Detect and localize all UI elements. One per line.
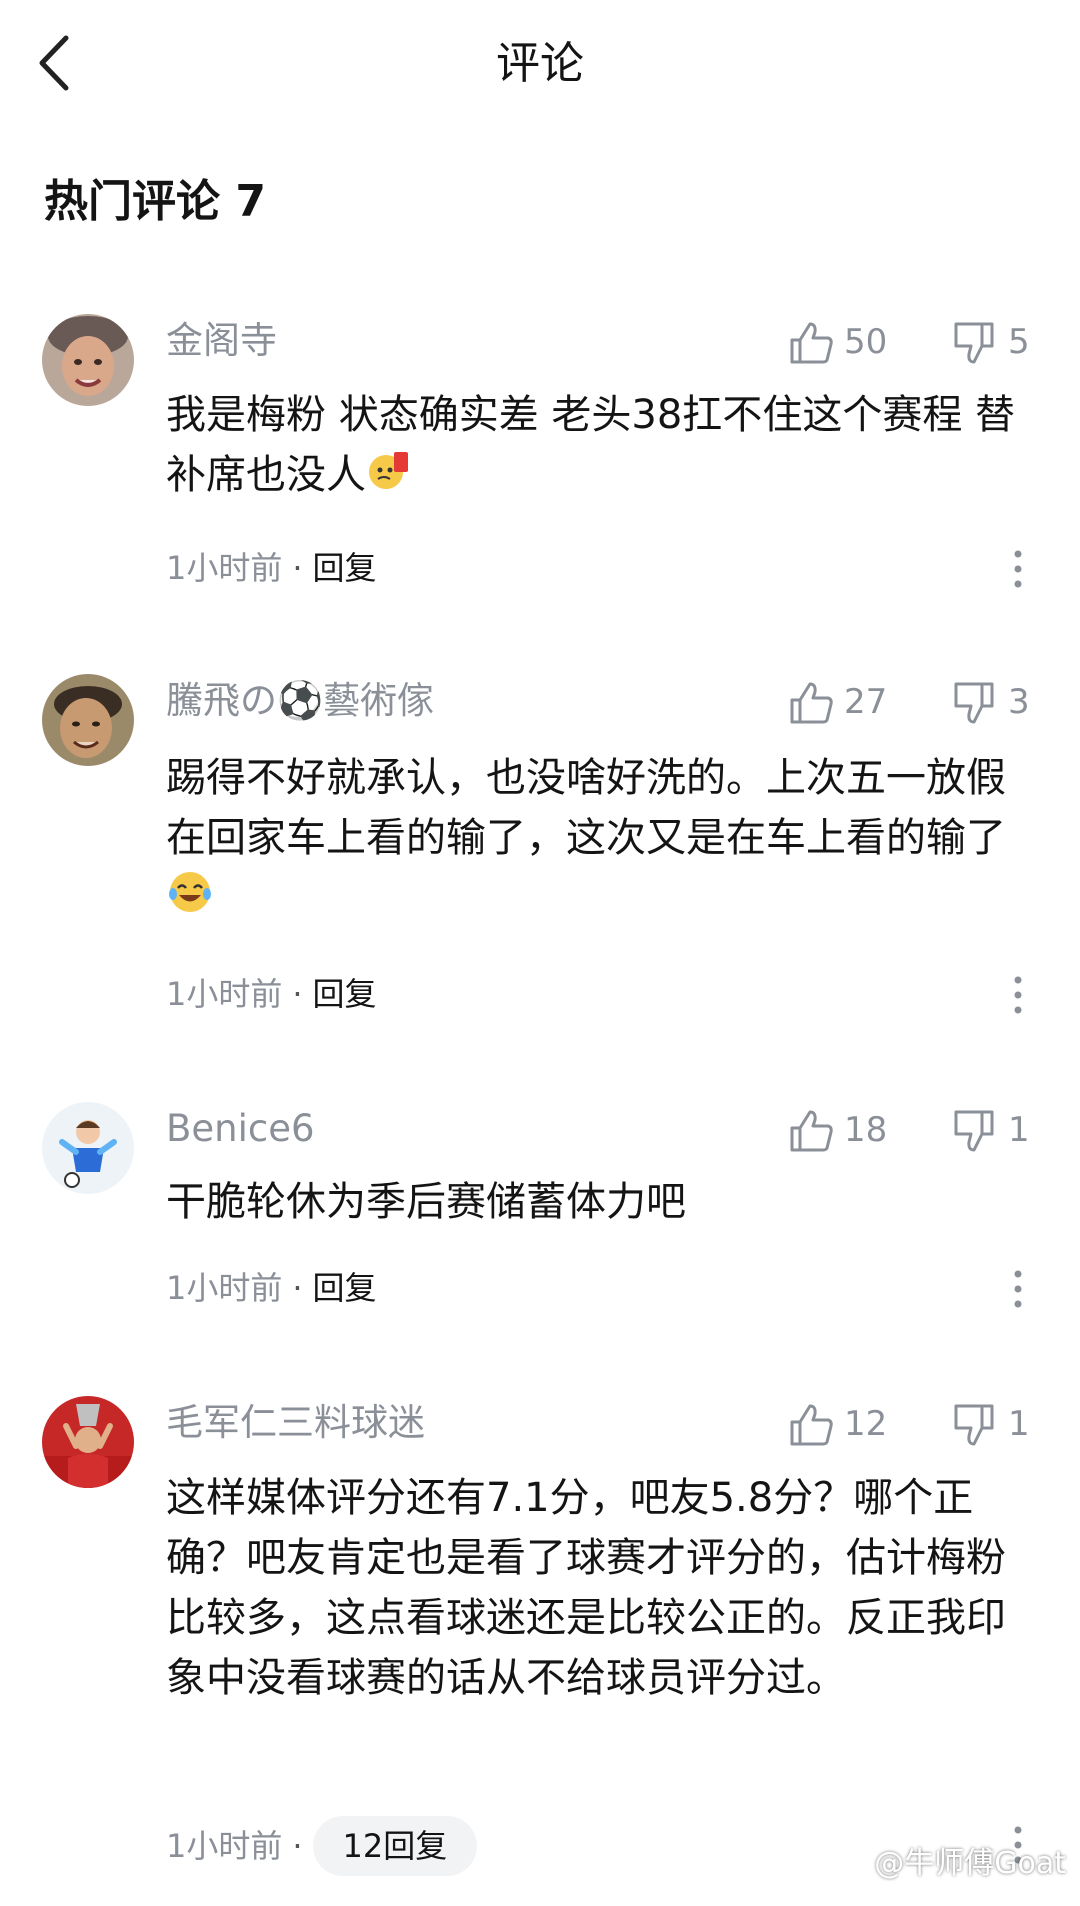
- thumbs-down-icon: [954, 682, 994, 724]
- dislike-button[interactable]: 1: [952, 1102, 1062, 1158]
- dislike-button[interactable]: 5: [952, 314, 1062, 370]
- comment-meta: 1小时前 · 回复: [166, 1260, 377, 1316]
- page-title: 评论: [496, 38, 584, 89]
- comment-time: 1小时前: [166, 975, 283, 1013]
- like-count: 50: [844, 322, 888, 362]
- thumbs-up-icon: [790, 1404, 833, 1446]
- dislike-count: 5: [1008, 322, 1030, 362]
- watermark: @牛师傅Goat: [874, 1846, 1066, 1881]
- like-count: 18: [844, 1110, 888, 1150]
- like-button[interactable]: 12: [788, 1396, 928, 1452]
- more-options-button[interactable]: [1000, 544, 1036, 594]
- comment-text: 干脆轮休为季后赛储蓄体力吧: [166, 1172, 1016, 1232]
- avatar[interactable]: [42, 314, 134, 406]
- reply-button[interactable]: 回复: [313, 975, 377, 1013]
- dislike-count: 3: [1008, 682, 1030, 722]
- comment-time: 1小时前: [166, 1269, 283, 1307]
- comment-text: 这样媒体评分还有7.1分，吧友5.8分？哪个正确？吧友肯定也是看了球赛才评分的，…: [166, 1468, 1016, 1708]
- like-button[interactable]: 18: [788, 1102, 928, 1158]
- like-button[interactable]: 50: [788, 314, 928, 370]
- more-vertical-icon: [1014, 550, 1022, 588]
- thumbs-up-icon: [790, 682, 833, 724]
- more-options-button[interactable]: [1000, 1264, 1036, 1314]
- avatar-image: [42, 674, 134, 766]
- comment-text: 踢得不好就承认，也没啥好洗的。上次五一放假在回家车上看的输了，这次又是在车上看的…: [166, 748, 1016, 933]
- avatar-image: [42, 1396, 134, 1488]
- avatar[interactable]: [42, 674, 134, 766]
- comment-text-content: 这样媒体评分还有7.1分，吧友5.8分？哪个正确？吧友肯定也是看了球赛才评分的，…: [166, 1475, 1006, 1701]
- section-title: 热门评论 7: [44, 176, 266, 227]
- username[interactable]: 騰飛の⚽藝術傢: [166, 676, 434, 726]
- comment-text: 我是梅粉 状态确实差 老头38扛不住这个赛程 替补席也没人: [166, 385, 1016, 509]
- avatar-image: [42, 1102, 134, 1194]
- reply-button[interactable]: 回复: [313, 1269, 377, 1307]
- reply-button[interactable]: 回复: [313, 549, 377, 587]
- top-bar: 评论: [0, 0, 1080, 130]
- like-count: 27: [844, 682, 888, 722]
- view-replies-button[interactable]: 12回复: [312, 1816, 478, 1876]
- comment-text-content: 我是梅粉 状态确实差 老头38扛不住这个赛程 替补席也没人: [166, 392, 1016, 498]
- separator-dot: ·: [292, 549, 303, 587]
- more-options-button[interactable]: [1000, 970, 1036, 1020]
- more-vertical-icon: [1014, 1270, 1022, 1308]
- comment-time: 1小时前: [166, 1827, 283, 1865]
- thumbs-down-icon: [954, 1110, 994, 1152]
- separator-dot: ·: [292, 1827, 303, 1865]
- comment-meta: 1小时前 · 回复: [166, 540, 377, 596]
- separator-dot: ·: [292, 1269, 303, 1307]
- comment-meta: 1小时前 · 12回复: [166, 1816, 478, 1876]
- dislike-button[interactable]: 1: [952, 1396, 1062, 1452]
- like-button[interactable]: 27: [788, 674, 928, 730]
- thumbs-up-icon: [790, 322, 833, 364]
- tears-of-joy-emoji: [166, 868, 214, 933]
- separator-dot: ·: [292, 975, 303, 1013]
- thumbs-down-icon: [954, 1404, 994, 1446]
- username[interactable]: 毛军仁三料球迷: [166, 1398, 425, 1448]
- dislike-button[interactable]: 3: [952, 674, 1062, 730]
- red-card-face-emoji: [366, 446, 412, 509]
- comment-time: 1小时前: [166, 549, 283, 587]
- avatar[interactable]: [42, 1396, 134, 1488]
- thumbs-down-icon: [954, 322, 994, 364]
- comment-text-content: 干脆轮休为季后赛储蓄体力吧: [166, 1179, 686, 1225]
- username[interactable]: Benice6: [166, 1104, 315, 1154]
- avatar-image: [42, 314, 134, 406]
- comment-text-content: 踢得不好就承认，也没啥好洗的。上次五一放假在回家车上看的输了，这次又是在车上看的…: [166, 755, 1006, 861]
- comment-meta: 1小时前 · 回复: [166, 966, 377, 1022]
- like-count: 12: [844, 1404, 888, 1444]
- thumbs-up-icon: [790, 1110, 833, 1152]
- more-vertical-icon: [1014, 976, 1022, 1014]
- avatar[interactable]: [42, 1102, 134, 1194]
- dislike-count: 1: [1008, 1404, 1030, 1444]
- username[interactable]: 金阁寺: [166, 316, 277, 366]
- dislike-count: 1: [1008, 1110, 1030, 1150]
